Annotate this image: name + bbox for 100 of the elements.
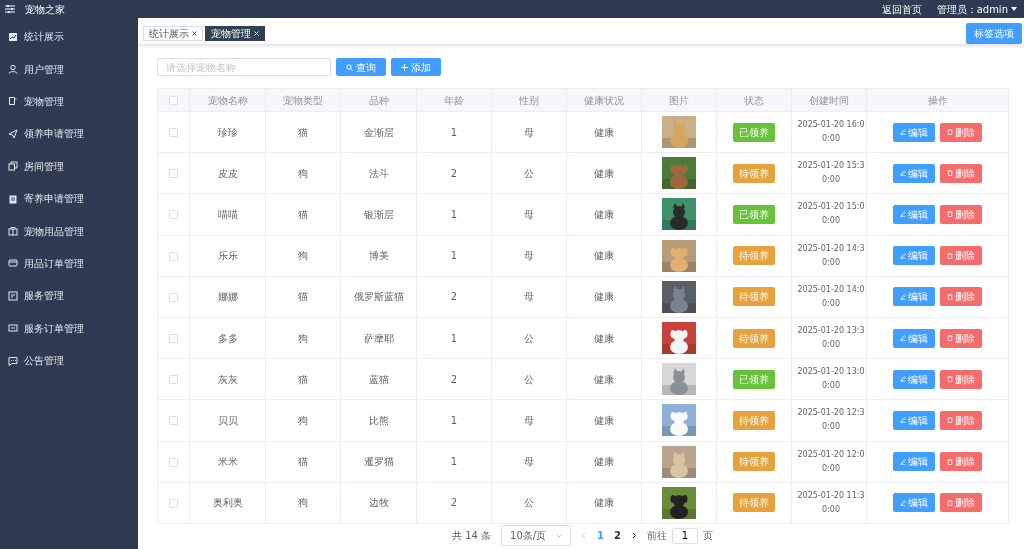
table-cell-text: 2025-01-20 15:00:00 — [796, 201, 866, 228]
table-cell: 2 — [450, 373, 458, 385]
table-cell-text: 2025-01-20 15:30:00 — [796, 160, 866, 187]
edit-button[interactable]: 编辑 — [893, 163, 935, 183]
sidebar-item[interactable]: 公告管理 — [0, 344, 138, 377]
sidebar-item[interactable]: 服务订单管理 — [0, 312, 138, 345]
table-cell: 皮皮 — [217, 167, 238, 179]
table-cell: 猫 — [298, 126, 308, 138]
search-button[interactable]: 查询 — [336, 58, 386, 76]
status-tag: 待领养 — [733, 452, 775, 472]
edit-button[interactable]: 编辑 — [893, 493, 935, 513]
goto-label: 前往 — [647, 529, 667, 544]
user-menu[interactable]: 管理员：admin — [936, 1, 1017, 17]
table-cell: 猫 — [298, 456, 308, 468]
table-cell: 健康 — [594, 250, 614, 262]
table-cell: 猫 — [298, 373, 308, 385]
page-input[interactable]: 1 — [672, 527, 698, 544]
delete-button[interactable]: 删除 — [940, 410, 982, 430]
sidebar-item[interactable]: 宠物用品管理 — [0, 214, 138, 248]
table-cell: 狗 — [298, 250, 308, 262]
total-count: 共 14 条 — [452, 529, 492, 544]
status-tag: 已领养 — [733, 122, 775, 142]
sidebar-item[interactable]: 领养申请管理 — [0, 117, 138, 151]
tab[interactable]: 宠物管理 — [205, 25, 265, 41]
status-tag: 待领养 — [733, 493, 775, 513]
table-cell-text: 2025-01-20 14:30:00 — [796, 242, 866, 269]
sidebar-item[interactable]: 用户管理 — [0, 52, 138, 86]
tab-options-button[interactable]: 标签选项 — [965, 22, 1022, 44]
home-link[interactable]: 返回首页 — [881, 1, 922, 17]
table-cell: 2 — [450, 497, 458, 509]
table-cell: 米米 — [217, 456, 238, 468]
page-suffix: 页 — [703, 529, 713, 544]
table-cell: 灰灰 — [217, 373, 238, 385]
column-header: 操作 — [927, 94, 948, 106]
edit-button[interactable]: 编辑 — [893, 452, 935, 472]
table-cell-text: 2025-01-20 11:30:00 — [796, 489, 866, 516]
delete-button[interactable]: 删除 — [940, 122, 982, 142]
delete-button[interactable]: 删除 — [940, 204, 982, 224]
table-cell: 暹罗猫 — [363, 456, 394, 468]
table-cell-text: 2025-01-20 12:00:00 — [796, 448, 866, 475]
status-tag: 待领养 — [733, 328, 775, 348]
delete-button[interactable]: 删除 — [940, 369, 982, 389]
sidebar-item[interactable]: 服务管理 — [0, 279, 138, 312]
table-cell: 狗 — [298, 497, 308, 509]
table-cell: 乐乐 — [217, 250, 238, 262]
table-cell: 母 — [524, 414, 534, 426]
column-header: 状态 — [744, 94, 764, 106]
edit-button[interactable]: 编辑 — [893, 328, 935, 348]
tab[interactable]: 统计展示 — [143, 25, 203, 41]
edit-button[interactable]: 编辑 — [893, 369, 935, 389]
page-number[interactable]: 1 — [597, 528, 605, 544]
add-button[interactable]: 添加 — [391, 58, 441, 76]
table-cell: 狗 — [298, 414, 308, 426]
column-header: 图片 — [669, 94, 689, 106]
table-cell: 公 — [524, 332, 534, 344]
status-tag: 已领养 — [733, 369, 775, 389]
column-header: 宠物名称 — [207, 94, 248, 106]
delete-button[interactable]: 删除 — [940, 328, 982, 348]
column-header: 创建时间 — [809, 94, 849, 106]
page-number[interactable]: 2 — [614, 528, 621, 544]
edit-button[interactable]: 编辑 — [893, 246, 935, 266]
table-cell-text: 2025-01-20 14:00:00 — [796, 283, 866, 310]
table-cell: 奥利奥 — [212, 497, 243, 509]
edit-button[interactable]: 编辑 — [893, 287, 935, 307]
sidebar-item[interactable]: 宠物管理 — [0, 85, 138, 118]
table-cell: 健康 — [594, 126, 614, 138]
sidebar-item[interactable]: 房间管理 — [0, 150, 138, 183]
sidebar-item[interactable]: 寄养申请管理 — [0, 182, 138, 215]
table-cell: 金渐层 — [363, 126, 394, 138]
table-cell: 博美 — [368, 250, 389, 262]
delete-button[interactable]: 删除 — [940, 163, 982, 183]
table-cell: 母 — [524, 208, 534, 220]
delete-button[interactable]: 删除 — [940, 493, 982, 513]
table-cell: 狗 — [298, 167, 308, 179]
table-cell: 银渐层 — [363, 208, 394, 220]
edit-button[interactable]: 编辑 — [893, 204, 935, 224]
edit-button[interactable]: 编辑 — [893, 410, 935, 430]
table-cell: 猫 — [298, 208, 308, 220]
table-cell: 健康 — [594, 167, 614, 179]
delete-button[interactable]: 删除 — [940, 452, 982, 472]
table-cell: 珍珍 — [217, 126, 238, 138]
table-cell: 公 — [524, 497, 534, 509]
page-size-select[interactable]: 10条/页 — [501, 525, 572, 547]
column-header: 品种 — [368, 94, 389, 106]
table-cell: 公 — [524, 373, 534, 385]
column-header: 年龄 — [444, 94, 464, 106]
table-cell: 多多 — [217, 332, 238, 344]
table-cell: 萨摩耶 — [363, 332, 394, 344]
sidebar-item[interactable]: 用品订单管理 — [0, 247, 138, 280]
sidebar-item[interactable]: 统计展示 — [0, 20, 138, 53]
delete-button[interactable]: 删除 — [940, 287, 982, 307]
delete-button[interactable]: 删除 — [940, 246, 982, 266]
table-cell: 1 — [450, 126, 458, 138]
table-cell: 健康 — [594, 332, 614, 344]
table-cell: 健康 — [594, 291, 614, 303]
table-cell: 俄罗斯蓝猫 — [353, 291, 404, 303]
edit-button[interactable]: 编辑 — [893, 122, 935, 142]
column-header: 健康状况 — [584, 94, 624, 106]
table-cell-text: 2025-01-20 13:30:00 — [796, 325, 866, 352]
table-cell: 1 — [450, 208, 458, 220]
